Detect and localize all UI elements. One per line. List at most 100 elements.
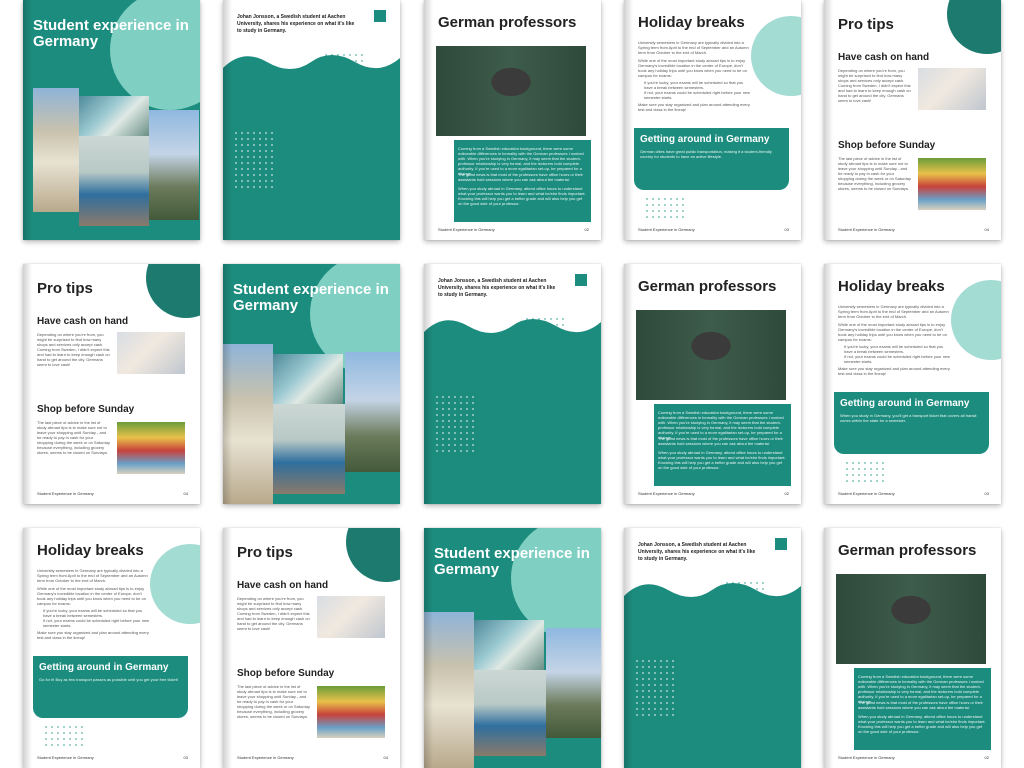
page-thumb-professors[interactable]: German professors Coming from a Swedish … xyxy=(424,0,601,240)
page-footer: Student Experience in Germany xyxy=(37,755,94,760)
building-photo xyxy=(79,96,149,136)
castle-photo xyxy=(345,352,400,472)
page-title: Pro tips xyxy=(838,16,894,33)
page-thumb-cover[interactable]: Student experience in Germany xyxy=(23,0,200,240)
page-number: 04 xyxy=(183,491,188,496)
paragraph: University semesters in Germany are typi… xyxy=(838,304,949,319)
decor-square xyxy=(775,538,787,550)
card-payment-photo xyxy=(918,68,986,110)
page-thumb-cover[interactable]: Student experience in Germany xyxy=(424,528,601,768)
page-thumb-professors[interactable]: German professors Coming from a Swedish … xyxy=(624,264,801,504)
box-title: Getting around in Germany xyxy=(640,134,770,145)
page-thumb-holiday[interactable]: Holiday breaks University semesters in G… xyxy=(824,264,1001,504)
page-title: German professors xyxy=(638,278,777,295)
cover-title: Student experience in Germany xyxy=(233,281,389,314)
page-footer: Student Experience in Germany xyxy=(438,227,495,232)
decor-circle xyxy=(951,280,1001,360)
paragraph: The last piece of advice in the list of … xyxy=(37,420,110,455)
bullet-item: If you're lucky, your exams will be sche… xyxy=(43,608,143,618)
statue-photo xyxy=(33,88,79,212)
building-photo xyxy=(273,354,343,404)
box-title: Getting around in Germany xyxy=(840,398,970,409)
page-number: 02 xyxy=(984,755,989,760)
building-photo xyxy=(474,620,544,670)
page-number: 04 xyxy=(383,755,388,760)
paragraph: Make sure you stay organized and plan ar… xyxy=(838,366,950,376)
page-title: German professors xyxy=(838,542,977,559)
section-heading: Shop before Sunday xyxy=(237,668,335,679)
paragraph: When you study abroad in Germany, attend… xyxy=(858,714,986,734)
page-title: Holiday breaks xyxy=(37,542,144,559)
professor-photo xyxy=(636,310,786,400)
decor-square xyxy=(575,274,587,286)
page-title: Pro tips xyxy=(237,544,293,561)
bullet-item: If you're lucky, your exams will be sche… xyxy=(844,344,944,354)
intro-quote: Johan Jonsson, a Swedish student at Aach… xyxy=(237,14,355,34)
card-payment-photo xyxy=(117,332,185,374)
info-box: Getting around in Germany German cities … xyxy=(634,128,789,190)
paragraph: The last piece of advice in the list of … xyxy=(838,156,911,191)
decor-circle xyxy=(947,0,1001,54)
paragraph: Make sure you stay organized and plan ar… xyxy=(638,102,750,112)
paragraph: German cities have great public transpor… xyxy=(640,149,772,159)
page-thumb-tips[interactable]: Pro tips Have cash on hand Depending on … xyxy=(223,528,400,768)
dot-pattern xyxy=(844,460,884,484)
decor-circle xyxy=(146,264,200,318)
page-footer: Student Experience in Germany xyxy=(838,491,895,496)
page-thumb-tips[interactable]: Pro tips Have cash on hand Depending on … xyxy=(23,264,200,504)
decor-circle xyxy=(346,528,400,582)
dot-pattern xyxy=(724,580,764,630)
decor-circle xyxy=(150,544,200,624)
section-heading: Shop before Sunday xyxy=(37,404,135,415)
dot-pattern xyxy=(43,724,83,748)
supermarket-photo xyxy=(918,158,986,210)
paragraph: When you study abroad in Germany, attend… xyxy=(458,186,586,206)
page-thumb-professors[interactable]: German professors Coming from a Swedish … xyxy=(824,528,1001,768)
page-title: German professors xyxy=(438,14,577,31)
page-number: 02 xyxy=(584,227,589,232)
statue-photo xyxy=(223,344,273,504)
statue-photo xyxy=(424,612,474,768)
page-number: 03 xyxy=(984,491,989,496)
page-footer: Student Experience in Germany xyxy=(237,755,294,760)
page-thumb-holiday[interactable]: Holiday breaks University semesters in G… xyxy=(23,528,200,768)
cover-title: Student experience in Germany xyxy=(434,545,590,578)
decor-circle xyxy=(751,16,801,96)
decor-square xyxy=(374,10,386,22)
paragraph: Make sure you stay organized and plan ar… xyxy=(37,630,149,640)
publisher-logo: educationsnuri xyxy=(762,757,791,762)
info-box: Getting around in Germany When you study… xyxy=(834,392,989,454)
bullet-item: If you're lucky, your exams will be sche… xyxy=(644,80,744,90)
info-box: Getting around in Germany Go for it! Buy… xyxy=(33,656,188,718)
page-thumb-intro[interactable]: Johan Jonsson, a Swedish student at Aach… xyxy=(624,528,801,768)
paragraph: The good news is that most of the profes… xyxy=(658,436,783,446)
page-thumb-cover[interactable]: Student experience in Germany xyxy=(223,264,400,504)
bullet-item: If not, your exams could be scheduled ri… xyxy=(43,618,150,628)
student-photo xyxy=(474,670,546,756)
dot-pattern xyxy=(323,52,363,102)
paragraph: While one of the most important study ab… xyxy=(638,58,747,78)
page-thumb-intro[interactable]: Johan Jonsson, a Swedish student at Aach… xyxy=(424,264,601,504)
paragraph: University semesters in Germany are typi… xyxy=(37,568,148,583)
page-number: 04 xyxy=(984,227,989,232)
dot-pattern xyxy=(233,130,273,190)
page-thumb-tips[interactable]: Pro tips Have cash on hand Depending on … xyxy=(824,0,1001,240)
bullet-item: If not, your exams could be scheduled ri… xyxy=(644,90,751,100)
paragraph: While one of the most important study ab… xyxy=(838,322,947,342)
supermarket-photo xyxy=(117,422,185,474)
page-thumb-holiday[interactable]: Holiday breaks University semesters in G… xyxy=(624,0,801,240)
page-number: 03 xyxy=(784,227,789,232)
professor-photo xyxy=(836,574,986,664)
professor-photo xyxy=(436,46,586,136)
dot-pattern xyxy=(434,394,474,454)
page-thumb-intro[interactable]: Johan Jonsson, a Swedish student at Aach… xyxy=(223,0,400,240)
paragraph: When you study in Germany, you'll get a … xyxy=(840,413,977,423)
page-footer: Student Experience in Germany xyxy=(638,227,695,232)
page-footer: Student Experience in Germany xyxy=(638,491,695,496)
section-heading: Shop before Sunday xyxy=(838,140,936,151)
dot-pattern xyxy=(644,196,684,220)
cover-title: Student experience in Germany xyxy=(33,17,189,50)
paragraph: Go for it! Buy as few transport passes a… xyxy=(39,677,178,682)
page-footer: Student Experience in Germany xyxy=(838,755,895,760)
paragraph: Depending on where you're from, you migh… xyxy=(838,68,911,103)
